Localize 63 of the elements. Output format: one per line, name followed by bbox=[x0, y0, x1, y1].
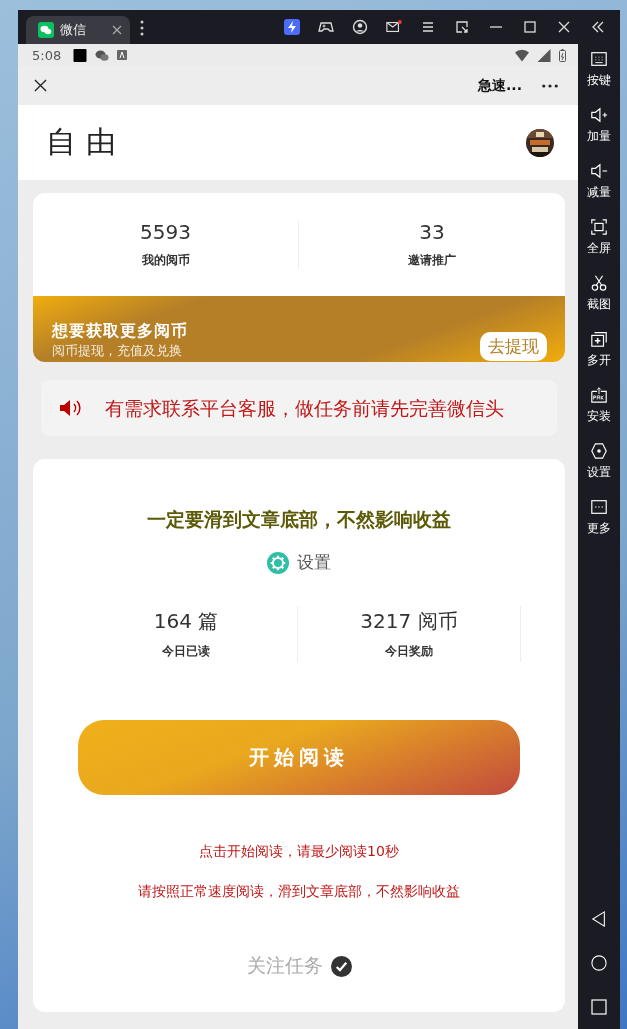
withdraw-button[interactable]: 去提现 bbox=[480, 332, 547, 361]
stat-label: 我的阅币 bbox=[141, 252, 190, 269]
settings-link[interactable]: 设置 bbox=[297, 551, 331, 574]
menu-icon[interactable] bbox=[140, 20, 144, 36]
menu-icon[interactable] bbox=[420, 19, 436, 35]
close-icon[interactable] bbox=[556, 19, 572, 35]
signal-icon bbox=[537, 48, 551, 62]
home-icon[interactable] bbox=[591, 955, 607, 971]
tool-icon bbox=[590, 330, 608, 348]
tab-title: 微信 bbox=[60, 21, 87, 39]
sidebar-item[interactable]: 多开 bbox=[587, 330, 611, 386]
notice-text: 有需求联系平台客服，做任务前请先完善微信头 bbox=[105, 396, 504, 421]
banner-title: 想要获取更多阅币 bbox=[52, 321, 188, 342]
mail-icon[interactable] bbox=[386, 19, 402, 35]
square-icon bbox=[73, 48, 88, 62]
task-heading: 一定要滑到文章底部，不然影响收益 bbox=[147, 507, 451, 532]
sidebar-item[interactable]: 截图 bbox=[587, 274, 611, 330]
sidebar-item[interactable]: 按键 bbox=[587, 50, 611, 106]
resize-icon[interactable] bbox=[454, 19, 470, 35]
sidebar-item[interactable]: 安装 bbox=[587, 386, 611, 442]
stat-value: 3217 阅币 bbox=[360, 608, 458, 635]
close-icon[interactable] bbox=[34, 79, 47, 92]
tip-text: 点击开始阅读，请最少阅读10秒 bbox=[199, 843, 399, 861]
chat-icon bbox=[95, 48, 110, 62]
tool-icon bbox=[590, 50, 608, 68]
stat-value: 164 篇 bbox=[153, 608, 219, 635]
chat-app-icon bbox=[38, 22, 54, 38]
more-icon[interactable] bbox=[542, 83, 558, 88]
tool-icon bbox=[590, 442, 608, 460]
sidebar-item[interactable]: 加量 bbox=[587, 106, 611, 162]
battery-icon bbox=[559, 48, 566, 62]
collapse-icon[interactable] bbox=[590, 19, 606, 35]
wifi-icon bbox=[515, 48, 529, 62]
sidebar-item[interactable]: 设置 bbox=[587, 442, 611, 498]
user-icon[interactable] bbox=[352, 19, 368, 35]
tool-icon bbox=[590, 162, 608, 180]
stat-label: 邀请推广 bbox=[408, 252, 456, 269]
sidebar-item[interactable]: 减量 bbox=[587, 162, 611, 218]
maximize-icon[interactable] bbox=[522, 19, 538, 35]
stat-value: 33 bbox=[419, 220, 445, 244]
stat-label: 今日已读 bbox=[162, 643, 210, 660]
tool-icon bbox=[590, 498, 608, 516]
tool-icon bbox=[590, 274, 608, 292]
speaker-icon bbox=[59, 399, 83, 417]
tool-icon bbox=[590, 386, 608, 404]
sidebar-item[interactable]: 全屏 bbox=[587, 218, 611, 274]
follow-task-label: 关注任务 bbox=[246, 953, 323, 978]
gamepad-icon[interactable] bbox=[318, 19, 334, 35]
banner-subtitle: 阅币提现，充值及兑换 bbox=[52, 342, 183, 360]
back-icon[interactable] bbox=[591, 911, 607, 927]
sidebar-item[interactable]: 更多 bbox=[587, 498, 611, 554]
lightning-icon[interactable] bbox=[284, 19, 300, 35]
app-title: 自由 bbox=[46, 123, 126, 161]
tip-text: 请按照正常速度阅读，滑到文章底部，不然影响收益 bbox=[138, 883, 460, 901]
recents-icon[interactable] bbox=[591, 999, 607, 1015]
stat-label: 今日奖励 bbox=[385, 643, 433, 660]
notification-icon bbox=[117, 50, 128, 60]
tool-icon bbox=[590, 106, 608, 124]
stat-value: 5593 bbox=[140, 220, 191, 244]
app-tab[interactable]: 微信 bbox=[26, 16, 130, 44]
status-time: 5:08 bbox=[32, 47, 62, 63]
page-title: 急速... bbox=[478, 76, 522, 95]
tool-icon bbox=[590, 218, 608, 236]
